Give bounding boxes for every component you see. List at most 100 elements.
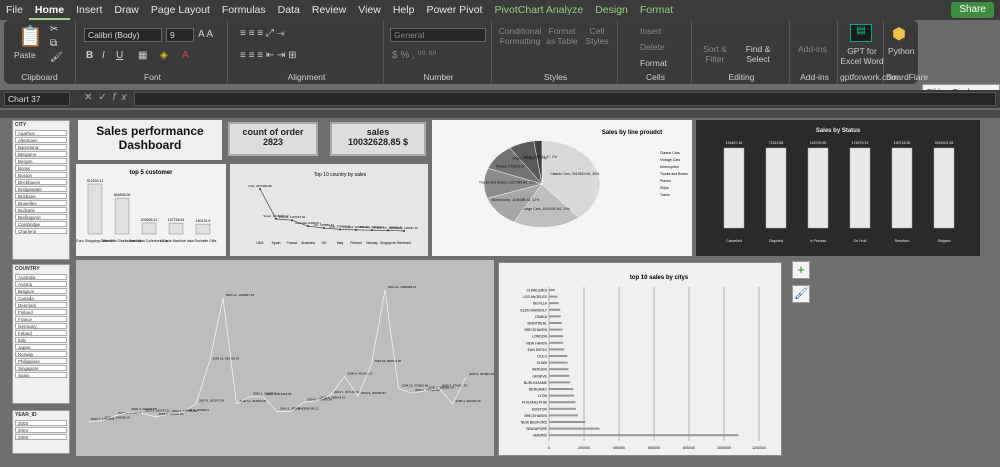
borders-icon[interactable]: ▦ xyxy=(138,50,147,61)
gpt-icon[interactable]: ▤ xyxy=(850,24,872,42)
align-top-icons[interactable]: ≡ ≡ ≡ ⤢ ⇥ xyxy=(240,28,285,39)
menu-insert[interactable]: Insert xyxy=(70,0,108,20)
top-customer-chart[interactable]: top 5 customer 912294.11 Euro Shopping Cha… xyxy=(76,164,226,256)
cell-styles-button[interactable]: Cell Styles xyxy=(582,26,612,46)
number-format-icons[interactable]: $ % , ⁰⁰ ⁰⁰ xyxy=(392,50,436,61)
share-button[interactable]: Share xyxy=(951,2,994,18)
slicer-item[interactable]: Bergamo xyxy=(15,151,67,157)
data-label: 912294.11 xyxy=(87,179,103,183)
worksheet[interactable]: Sales performance Dashboard count of ord… xyxy=(0,118,1000,467)
number-format-select[interactable]: General xyxy=(390,28,486,42)
slicer-item[interactable]: Denmark xyxy=(15,302,67,308)
slicer-item[interactable]: Germany xyxy=(15,323,67,329)
menu-home[interactable]: Home xyxy=(28,0,71,20)
status-chart[interactable]: Sales by Status 194487.48 Cancelled 72212.8… xyxy=(696,120,980,256)
formula-icons[interactable]: ✕✓fx xyxy=(84,92,133,103)
insert-cells-button[interactable]: Insert xyxy=(640,26,661,36)
find-select-button[interactable]: Find & Select xyxy=(738,44,778,64)
slicer-item[interactable]: 2005 xyxy=(15,434,67,440)
python-icon[interactable]: ⬢ xyxy=(892,24,906,44)
conditional-formatting-button[interactable]: Conditional Formatting xyxy=(498,26,542,46)
menu-file[interactable]: File xyxy=(0,0,29,20)
python-button[interactable]: Python xyxy=(888,46,914,56)
copy-icon[interactable]: ⧉ xyxy=(50,38,57,49)
menu-review[interactable]: Review xyxy=(306,0,352,20)
slicer-item[interactable]: Burbank xyxy=(15,207,67,213)
format-as-table-button[interactable]: Format as Table xyxy=(544,26,580,46)
slicer-item[interactable]: 2003 xyxy=(15,420,67,426)
chart-styles-button[interactable]: 🖌 xyxy=(792,285,810,303)
formula-input[interactable] xyxy=(134,92,996,106)
menu-formulas[interactable]: Formulas xyxy=(216,0,272,20)
tick-label: LONDON xyxy=(532,335,547,339)
slicer-item[interactable]: Bridgewater xyxy=(15,186,67,192)
menu-design[interactable]: Design xyxy=(589,0,634,20)
monthly-sales-chart[interactable]: 2003 1, 129753.6 2003 2, 140836.19 2003 3,… xyxy=(76,260,494,456)
cut-icon[interactable]: ✂ xyxy=(50,24,58,35)
slicer-item[interactable]: Boston xyxy=(15,172,67,178)
menu-page-layout[interactable]: Page Layout xyxy=(145,0,216,20)
slicer-item[interactable]: Bergen xyxy=(15,158,67,164)
slicer-item[interactable]: Finland xyxy=(15,309,67,315)
font-name-select[interactable]: Calibri (Body) xyxy=(84,28,162,42)
slicer-item[interactable]: Ireland xyxy=(15,330,67,336)
tick-label: SAN DIEGO xyxy=(528,348,548,352)
paste-button[interactable]: Paste xyxy=(14,50,36,60)
tick-label: SEVILLA xyxy=(533,302,548,306)
slicer-item[interactable]: Brickhaven xyxy=(15,179,67,185)
underline-button[interactable]: U xyxy=(116,50,123,61)
top-country-chart[interactable]: Top 10 country by sales USA, 3627982.83 US… xyxy=(230,164,428,256)
format-painter-icon[interactable]: 🖌 xyxy=(50,52,63,63)
font-color-icon[interactable]: A xyxy=(182,50,189,61)
slicer-item[interactable]: 2004 xyxy=(15,427,67,433)
slicer-item[interactable]: Barcelona xyxy=(15,144,67,150)
menu-pivotchart-analyze[interactable]: PivotChart Analyze xyxy=(488,0,589,20)
menu-draw[interactable]: Draw xyxy=(108,0,145,20)
city-sales-chart[interactable]: top 10 sales by citys 0 200000 400000 600000… xyxy=(498,262,782,456)
chart-elements-button[interactable]: + xyxy=(792,261,810,279)
fill-color-icon[interactable]: ◈ xyxy=(160,50,168,61)
slicer-item[interactable]: Cambridge xyxy=(15,221,67,227)
slicer-item[interactable]: Canada xyxy=(15,295,67,301)
gpt-button[interactable]: GPT for Excel Word xyxy=(840,46,884,66)
italic-button[interactable]: I xyxy=(102,50,105,61)
slicer-item[interactable]: Italy xyxy=(15,337,67,343)
slicer-item[interactable]: Boras xyxy=(15,165,67,171)
addins-button[interactable]: Add-ins xyxy=(798,44,827,54)
slicer-item[interactable]: Austria xyxy=(15,281,67,287)
menu-format[interactable]: Format xyxy=(634,0,679,20)
slicer-item[interactable]: Norway xyxy=(15,351,67,357)
menu-help[interactable]: Help xyxy=(387,0,421,20)
slicer-item[interactable]: Bruxelles xyxy=(15,200,67,206)
format-cells-button[interactable]: Format xyxy=(640,58,667,68)
slicer-item[interactable]: Spain xyxy=(15,372,67,378)
slicer-item[interactable]: Aaarhus xyxy=(15,130,67,136)
slicer-item[interactable]: Singapore xyxy=(15,365,67,371)
menu-view[interactable]: View xyxy=(352,0,387,20)
alignment-label: Alignment xyxy=(287,72,326,82)
name-box[interactable]: Chart 37 xyxy=(4,92,70,106)
slicer-item[interactable]: Japan xyxy=(15,344,67,350)
slicer-item[interactable]: Australia xyxy=(15,274,67,280)
legend-entry: Ships xyxy=(660,186,669,190)
slicer-item[interactable]: Charleroi xyxy=(15,228,67,234)
slicer-item[interactable]: Belgium xyxy=(15,288,67,294)
slicer-item[interactable]: Brisbane xyxy=(15,193,67,199)
python-label: BoardFlare xyxy=(886,72,929,82)
slicer-item[interactable]: Philippines xyxy=(15,358,67,364)
delete-cells-button[interactable]: Delete xyxy=(640,42,665,52)
data-label: 144729.96 xyxy=(810,141,827,145)
bold-button[interactable]: B xyxy=(86,50,93,61)
font-size-select[interactable]: 9 xyxy=(166,28,194,42)
paste-icon[interactable]: 📋 xyxy=(18,24,43,49)
tick-label: CHAM xyxy=(537,361,547,365)
slicer-item[interactable]: Burlingame xyxy=(15,214,67,220)
menu-power-pivot[interactable]: Power Pivot xyxy=(420,0,488,20)
product-line-chart[interactable]: Sales by line proudct Classic Cars, 39196… xyxy=(432,120,692,256)
sort-filter-button[interactable]: Sort & Filter xyxy=(698,44,732,64)
align-horizontal-icons[interactable]: ≡ ≡ ≡ ⇤ ⇥ ⊞ xyxy=(240,50,297,61)
slicer-item[interactable]: France xyxy=(15,316,67,322)
font-grow-icon[interactable]: A A xyxy=(198,29,213,40)
menu-data[interactable]: Data xyxy=(272,0,306,20)
slicer-item[interactable]: Allentown xyxy=(15,137,67,143)
